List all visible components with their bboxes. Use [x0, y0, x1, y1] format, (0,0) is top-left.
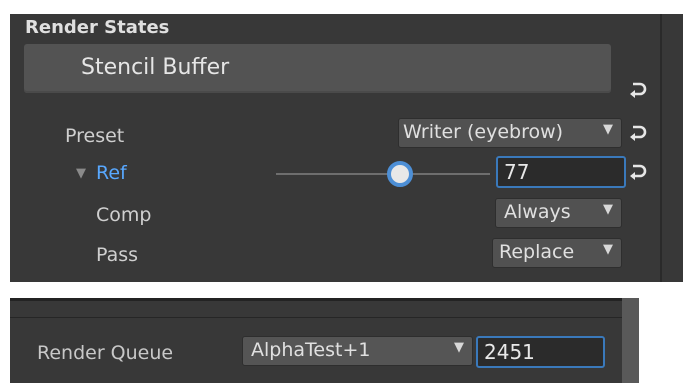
comp-value: Always — [504, 201, 571, 223]
render-queue-dropdown-value: AlphaTest+1 — [251, 339, 371, 361]
ref-slider-handle[interactable] — [387, 161, 413, 187]
panel-top-border — [10, 298, 622, 301]
render-queue-number-field[interactable]: 2451 — [476, 336, 605, 368]
render-queue-dropdown[interactable]: AlphaTest+1 ▼ — [242, 336, 473, 366]
comp-dropdown[interactable]: Always ▼ — [495, 198, 622, 228]
ref-slider-track[interactable] — [276, 173, 490, 175]
ref-number-field[interactable]: 77 — [496, 156, 626, 188]
ref-label: Ref — [96, 162, 127, 184]
pass-dropdown[interactable]: Replace ▼ — [492, 238, 622, 268]
preset-label: Preset — [65, 125, 125, 147]
caret-down-icon: ▼ — [603, 242, 613, 257]
foldout-triangle-icon[interactable]: ▼ — [76, 166, 86, 181]
preset-value: Writer (eyebrow) — [403, 121, 564, 143]
undo-arrow-icon[interactable] — [627, 79, 649, 101]
caret-down-icon: ▼ — [603, 122, 613, 137]
preset-dropdown[interactable]: Writer (eyebrow) ▼ — [398, 118, 622, 148]
comp-label: Comp — [96, 204, 152, 226]
scrollbar[interactable] — [622, 298, 639, 383]
render-queue-label: Render Queue — [37, 342, 174, 364]
caret-down-icon: ▼ — [454, 340, 464, 355]
ref-value: 77 — [504, 160, 530, 184]
stencil-buffer-label: Stencil Buffer — [81, 55, 230, 80]
panel-divider — [660, 14, 662, 282]
panel-separator — [10, 317, 622, 318]
section-title: Render States — [25, 17, 170, 38]
stencil-buffer-header[interactable]: Stencil Buffer — [24, 44, 611, 93]
pass-label: Pass — [96, 244, 139, 266]
render-queue-value: 2451 — [484, 340, 535, 364]
pass-value: Replace — [499, 241, 575, 263]
undo-arrow-icon[interactable] — [627, 161, 649, 183]
undo-arrow-icon[interactable] — [627, 122, 649, 144]
caret-down-icon: ▼ — [603, 202, 613, 217]
